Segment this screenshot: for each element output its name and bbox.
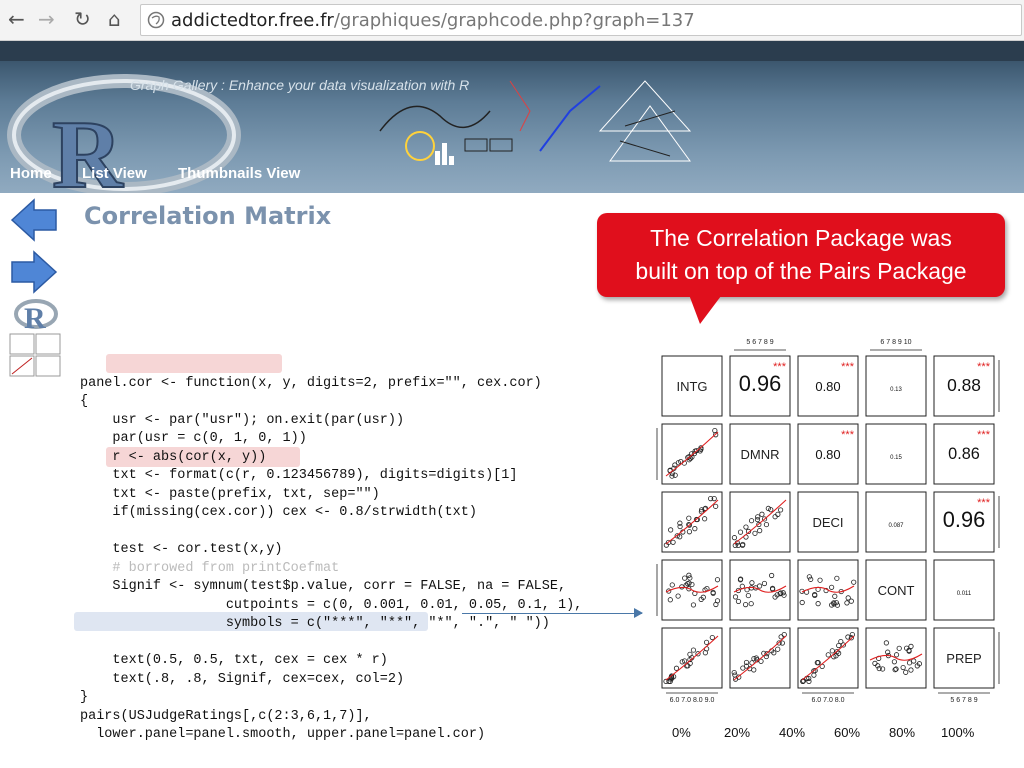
reload-icon[interactable]: ↻ [74,8,91,30]
code-line: lower.panel=panel.smooth, upper.panel=pa… [80,727,486,742]
percent-label: 80% [889,725,916,740]
page-title: Correlation Matrix [84,202,332,230]
correlation-value: 0.86 [948,445,980,463]
panel-frame [865,423,927,485]
significance-stars: *** [977,429,991,441]
correlation-value: 0.88 [947,375,981,395]
pairs-plot: INTG 0.96***0.80***0.13 0.88***DMNR 0.80***… [656,339,1000,704]
panel-frame [933,559,995,621]
axis-tick-label: 6.0 7.0 8.0 9.0 [670,697,715,704]
panel-frame [865,491,927,553]
variable-label: CONT [878,583,915,598]
banner-strip [0,41,1024,61]
r-small-icon[interactable]: R [12,296,60,332]
nav-thumbnails-view-link[interactable]: Thumbnails View [178,165,300,182]
callout-line-2: built on top of the Pairs Package [635,258,967,284]
correlation-value: 0.13 [890,387,902,393]
variable-label: PREP [946,651,981,666]
correlation-value: 0.96 [943,507,985,532]
correlation-value: 0.011 [957,591,972,597]
variable-label: DMNR [741,447,780,462]
code-line: par(usr = c(0, 1, 0, 1)) [80,431,307,446]
code-line: Signif <- symnum(test$p.value, corr = FA… [80,579,567,594]
code-line: if(missing(cex.cor)) cex <- 0.8/strwidth… [80,505,477,520]
callout-box: The Correlation Package was built on top… [597,213,1005,297]
significance-stars: *** [977,361,991,373]
next-arrow-icon[interactable] [8,248,64,296]
code-line: txt <- paste(prefix, txt, sep="") [80,486,380,502]
nav-list-view-link[interactable]: List View [82,165,147,182]
forward-icon[interactable]: → [38,8,55,30]
side-nav: R [8,196,68,380]
percent-label: 40% [779,725,806,740]
significance-stars: *** [841,361,855,373]
globe-icon [147,11,165,29]
percent-label: 20% [724,725,751,740]
percent-label: 100% [941,725,975,740]
code-line: { [80,394,89,409]
code-line: # borrowed from printCoefmat [80,560,340,576]
code-line: } [80,690,89,705]
pointer-arrow-line [462,613,642,614]
callout-tail [688,292,724,324]
browser-toolbar: ← → ↻ ⌂ addictedtor.free.fr/graphiques/g… [0,0,1024,41]
graph-decorations [379,80,692,165]
svg-text:R: R [24,302,46,332]
code-line: txt <- format(c(r, 0.123456789), digits=… [80,468,518,483]
axis-tick-label: 6.0 7.0 8.0 [811,697,844,704]
callout-line-1: The Correlation Package was [650,225,952,251]
significance-stars: *** [773,361,787,373]
panel-frame [865,355,927,417]
previous-arrow-icon[interactable] [8,196,64,244]
code-line: symbols = c("***", "**", "*", ".", " ")) [80,616,550,631]
code-line: test <- cor.test(x,y) [80,542,283,557]
code-line: panel.cor <- function(x, y, digits=2, pr… [80,375,542,391]
axis-tick-label: 5 6 7 8 9 [950,697,977,704]
code-line: r <- abs(cor(x, y)) [80,449,267,465]
address-bar[interactable]: addictedtor.free.fr/graphiques/graphcode… [140,4,1022,36]
variable-label: DECI [812,515,843,530]
variable-label: INTG [676,379,707,394]
thumbnail-preview-icon[interactable] [8,332,64,380]
back-icon[interactable]: ← [8,8,25,30]
correlation-value: 0.15 [890,455,902,461]
home-icon[interactable]: ⌂ [108,8,121,30]
percent-label: 0% [672,725,691,740]
significance-stars: *** [977,497,991,509]
nav-home-link[interactable]: Home [10,165,52,182]
axis-tick-label: 5 6 7 8 9 [746,339,773,346]
code-block: panel.cor <- function(x, y, digits=2, pr… [74,282,600,763]
code-line: pairs(USJudgeRatings[,c(2:3,6,1,7)], [80,708,372,724]
url-text: addictedtor.free.fr/graphiques/graphcode… [171,10,695,31]
code-line: usr <- par("usr"); on.exit(par(usr)) [80,412,405,428]
code-line: text(0.5, 0.5, txt, cex = cex * r) [80,653,388,668]
axis-tick-label: 6 7 8 9 10 [880,339,911,346]
code-line: text(.8, .8, Signif, cex=cex, col=2) [80,671,405,687]
correlation-value: 0.80 [815,379,840,394]
significance-stars: *** [841,429,855,441]
correlation-value: 0.087 [888,523,904,529]
correlation-value: 0.80 [815,447,840,462]
correlation-value: 0.96 [739,371,781,396]
site-banner: R Graph Gallery : Enhance your data visu… [0,41,1024,193]
code-highlight-cor [106,354,282,373]
percent-label: 60% [834,725,861,740]
